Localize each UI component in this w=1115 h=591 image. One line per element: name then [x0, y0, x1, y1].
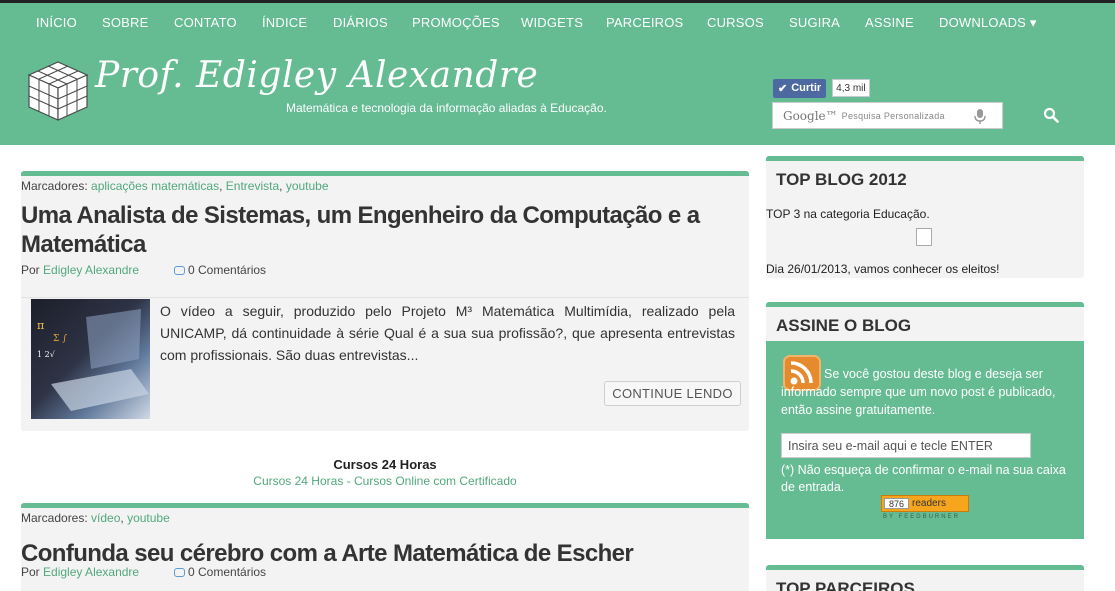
main-content: Marcadores: aplicações matemáticas, Entr…	[0, 145, 1115, 591]
facebook-like-widget: ✔ Curtir 4,3 mil	[773, 78, 870, 98]
site-subtitle: Matemática e tecnologia da informação al…	[286, 101, 607, 115]
post-labels: Marcadores: vídeo, youtube	[21, 511, 170, 525]
nav-item-sobre[interactable]: SOBRE	[102, 15, 149, 30]
nav-item-assine[interactable]: ASSINE	[865, 15, 914, 30]
comments-count: 0 Comentários	[188, 565, 267, 579]
post-excerpt: O vídeo a seguir, produzido pelo Projeto…	[160, 303, 735, 363]
divider	[21, 297, 749, 298]
widget-title: TOP BLOG 2012	[776, 170, 907, 189]
label-link[interactable]: Entrevista	[226, 179, 279, 193]
main-nav: INÍCIO SOBRE CONTATO ÍNDICE DIÁRIOS PROM…	[0, 3, 1115, 41]
laptop-math-illustration: π Σ ∫ 1 2√	[37, 309, 149, 411]
post-title[interactable]: Uma Analista de Sistemas, um Engenheiro …	[21, 201, 749, 259]
continue-reading-button[interactable]: CONTINUE LENDO	[604, 381, 741, 406]
ad-title: Cursos 24 Horas	[333, 457, 437, 472]
svg-text:π: π	[37, 319, 44, 332]
nav-item-cursos[interactable]: CURSOS	[707, 15, 764, 30]
search-icon[interactable]	[1043, 107, 1059, 123]
partners-widget: TOP PARCEIROS	[766, 565, 1084, 591]
search-input[interactable]: Google™ Pesquisa Personalizada	[772, 102, 1003, 129]
post-card: Marcadores: aplicações matemáticas, Entr…	[21, 171, 749, 431]
labels-prefix: Marcadores:	[21, 511, 88, 525]
search-placeholder: Pesquisa Personalizada	[841, 110, 945, 121]
nav-item-indice[interactable]: ÍNDICE	[262, 15, 307, 30]
like-count: 4,3 mil	[832, 79, 870, 97]
top-blog-widget: TOP BLOG 2012 TOP 3 na categoria Educaçã…	[766, 156, 1084, 278]
broken-image-icon[interactable]	[916, 228, 932, 246]
label-link[interactable]: vídeo	[91, 511, 120, 525]
nav-item-parceiros[interactable]: PARCEIROS	[606, 15, 683, 30]
subscribe-body: Se você gostou deste blog e deseja ser i…	[766, 341, 1084, 539]
comments-link[interactable]: 0 Comentários	[174, 263, 266, 277]
nav-item-contato[interactable]: CONTATO	[174, 15, 237, 30]
subscribe-widget: ASSINE O BLOG Se você gostou deste blog …	[766, 302, 1084, 539]
label-link[interactable]: youtube	[127, 511, 170, 525]
by-prefix: Por	[21, 565, 40, 579]
readers-count: 876	[884, 498, 910, 509]
post-labels: Marcadores: aplicações matemáticas, Entr…	[21, 179, 329, 193]
by-prefix: Por	[21, 263, 40, 277]
comments-link[interactable]: 0 Comentários	[174, 565, 266, 579]
nav-item-inicio[interactable]: INÍCIO	[36, 15, 77, 30]
subscribe-text: Se você gostou deste blog e deseja ser i…	[781, 367, 1056, 417]
author-link[interactable]: Edigley Alexandre	[43, 263, 139, 277]
top-blog-text: TOP 3 na categoria Educação.	[766, 207, 930, 221]
top-blog-date-text: Dia 26/01/2013, vamos conhecer os eleito…	[766, 262, 1000, 276]
site-header: INÍCIO SOBRE CONTATO ÍNDICE DIÁRIOS PROM…	[0, 3, 1115, 145]
nav-item-promocoes[interactable]: PROMOÇÕES	[412, 15, 500, 30]
microphone-icon[interactable]	[973, 109, 987, 124]
email-field[interactable]: Insira seu e-mail aqui e tecle ENTER	[781, 433, 1031, 458]
nav-item-diarios[interactable]: DIÁRIOS	[333, 15, 388, 30]
checkmark-icon: ✔	[778, 82, 788, 95]
widget-title: ASSINE O BLOG	[776, 316, 912, 335]
svg-text:1 2√: 1 2√	[37, 350, 56, 359]
label-link[interactable]: youtube	[286, 179, 329, 193]
post-title[interactable]: Confunda seu cérebro com a Arte Matemáti…	[21, 539, 634, 568]
ad-link[interactable]: Cursos 24 Horas - Cursos Online com Cert…	[21, 474, 749, 488]
comment-bubble-icon	[174, 266, 185, 275]
nav-item-downloads[interactable]: DOWNLOADS ▾	[939, 15, 1037, 31]
feedburner-caption: BY FEEDBURNER	[883, 514, 960, 520]
post-byline: Por Edigley Alexandre 0 Comentários	[21, 263, 266, 277]
post-card: Marcadores: vídeo, youtube Confunda seu …	[21, 503, 749, 591]
comments-count: 0 Comentários	[188, 263, 267, 277]
facebook-like-button[interactable]: ✔ Curtir	[773, 78, 827, 98]
cube-logo-icon[interactable]	[25, 58, 91, 124]
nav-item-sugira[interactable]: SUGIRA	[789, 15, 840, 30]
nav-item-widgets[interactable]: WIDGETS	[521, 15, 583, 30]
labels-prefix: Marcadores:	[21, 179, 88, 193]
feedburner-readers-badge[interactable]: 876 readers	[881, 495, 969, 512]
widget-title: TOP PARCEIROS	[776, 579, 915, 591]
readers-label: readers	[912, 498, 946, 509]
label-link[interactable]: aplicações matemáticas	[91, 179, 219, 193]
post-byline: Por Edigley Alexandre 0 Comentários	[21, 565, 266, 579]
subscribe-note: (*) Não esqueça de confirmar o e-mail na…	[781, 463, 1066, 494]
comment-bubble-icon	[174, 568, 185, 577]
google-logo: Google™	[783, 108, 838, 123]
post-thumbnail[interactable]: π Σ ∫ 1 2√	[31, 299, 150, 419]
svg-text:Σ ∫: Σ ∫	[53, 334, 67, 344]
like-label: Curtir	[791, 82, 822, 94]
site-title[interactable]: Prof. Edigley Alexandre	[95, 55, 538, 96]
author-link[interactable]: Edigley Alexandre	[43, 565, 139, 579]
